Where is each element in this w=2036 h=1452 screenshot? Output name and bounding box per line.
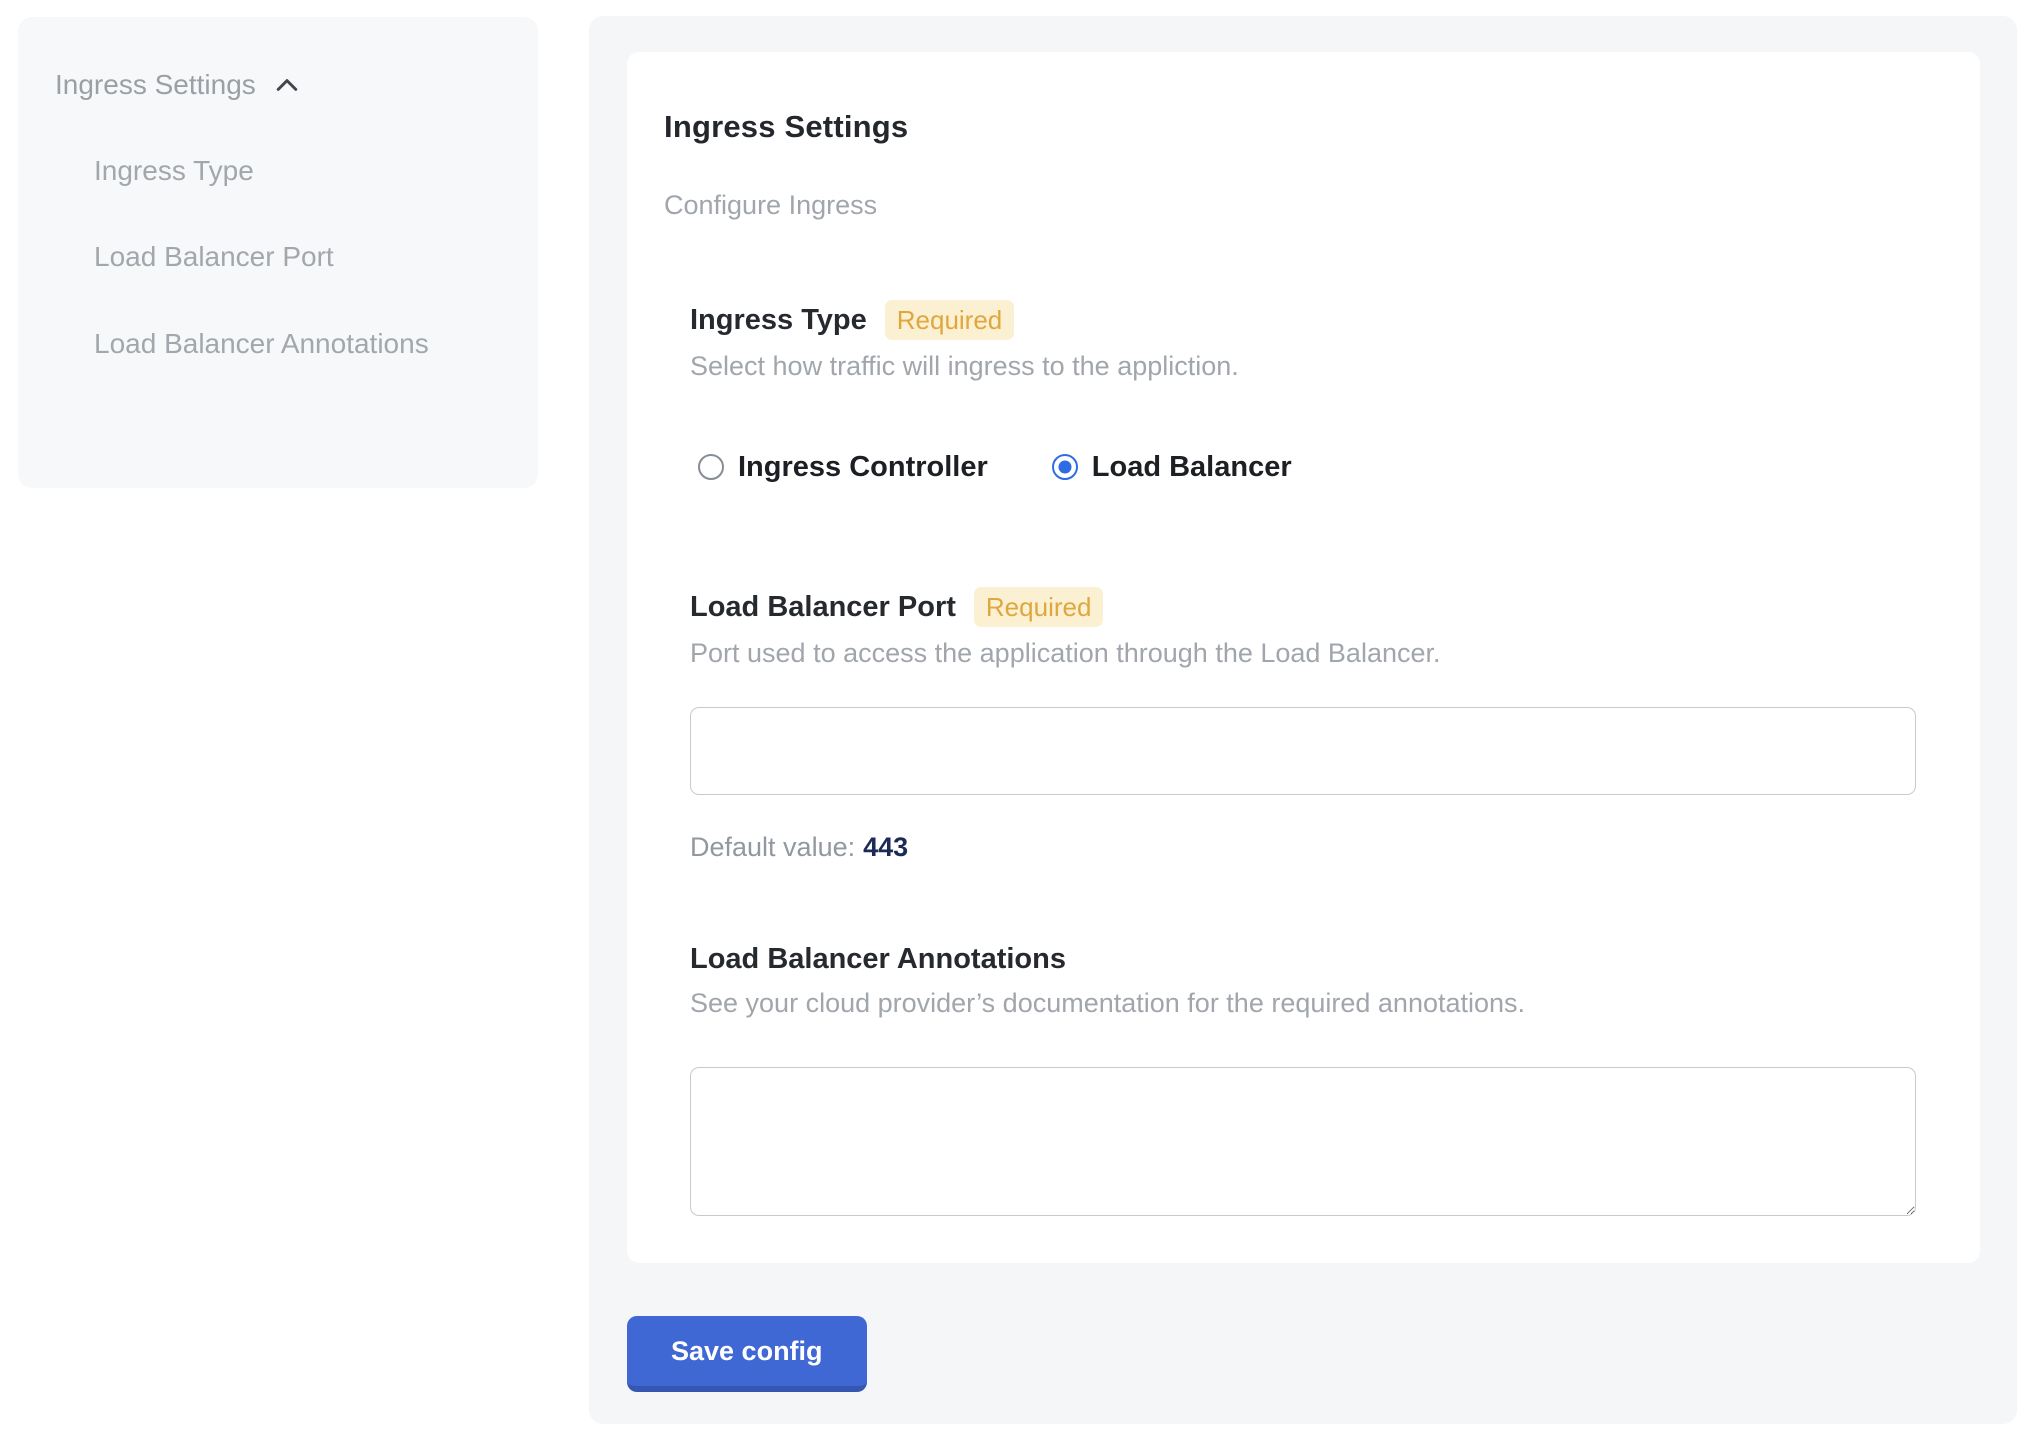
section-load-balancer-annotations: Load Balancer Annotations See your cloud… — [690, 941, 1943, 1216]
sidebar-group-ingress-settings[interactable]: Ingress Settings — [55, 68, 508, 102]
required-badge: Required — [885, 300, 1015, 340]
radio-selected-icon — [1052, 454, 1078, 480]
ingress-type-heading: Ingress Type — [690, 302, 867, 338]
sidebar-item-load-balancer-annotations[interactable]: Load Balancer Annotations — [94, 314, 434, 373]
load-balancer-annotations-textarea[interactable] — [690, 1067, 1916, 1216]
sidebar-group-label: Ingress Settings — [55, 68, 256, 102]
section-ingress-type: Ingress Type Required Select how traffic… — [690, 300, 1943, 485]
ingress-type-radio-group: Ingress Controller Load Balancer — [698, 449, 1943, 485]
settings-nav-sidebar: Ingress Settings Ingress Type Load Balan… — [18, 17, 538, 488]
load-balancer-annotations-description: See your cloud provider’s documentation … — [690, 986, 1943, 1020]
radio-unselected-icon — [698, 454, 724, 480]
chevron-up-icon[interactable] — [272, 70, 302, 100]
ingress-type-description: Select how traffic will ingress to the a… — [690, 349, 1943, 383]
sidebar-item-ingress-type[interactable]: Ingress Type — [94, 154, 434, 188]
default-value-label: Default value: — [690, 832, 855, 862]
section-load-balancer-port: Load Balancer Port Required Port used to… — [690, 587, 1943, 864]
radio-option-load-balancer[interactable]: Load Balancer — [1052, 449, 1292, 485]
default-value-number: 443 — [863, 832, 908, 862]
load-balancer-port-heading: Load Balancer Port — [690, 589, 956, 625]
sidebar-item-list: Ingress Type Load Balancer Port Load Bal… — [94, 154, 508, 373]
required-badge: Required — [974, 587, 1104, 627]
page-subtitle: Configure Ingress — [664, 189, 1943, 222]
ingress-settings-card: Ingress Settings Configure Ingress Ingre… — [627, 52, 1980, 1263]
radio-label-ingress-controller: Ingress Controller — [738, 449, 988, 485]
radio-label-load-balancer: Load Balancer — [1092, 449, 1292, 485]
default-value-line: Default value: 443 — [690, 831, 1943, 864]
settings-panel: Ingress Settings Configure Ingress Ingre… — [589, 16, 2017, 1424]
radio-option-ingress-controller[interactable]: Ingress Controller — [698, 449, 988, 485]
load-balancer-annotations-heading: Load Balancer Annotations — [690, 941, 1066, 977]
load-balancer-port-input[interactable] — [690, 707, 1916, 795]
load-balancer-port-description: Port used to access the application thro… — [690, 636, 1943, 670]
page-title: Ingress Settings — [664, 108, 1943, 146]
save-config-button[interactable]: Save config — [627, 1316, 867, 1392]
sidebar-item-load-balancer-port[interactable]: Load Balancer Port — [94, 240, 434, 274]
